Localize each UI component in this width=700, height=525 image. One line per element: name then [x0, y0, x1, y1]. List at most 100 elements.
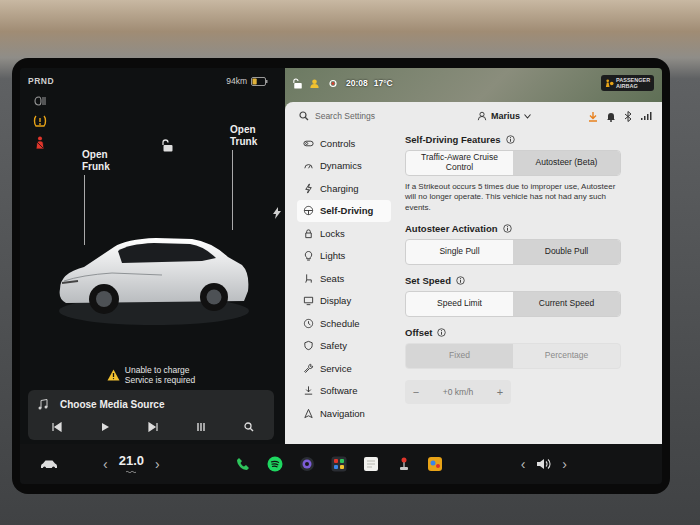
sidebar-item[interactable]: Software: [297, 380, 391, 403]
screen-bezel: PRND94kmOpen FrunkOpen TrunkUnable to ch…: [12, 58, 670, 494]
seatbelt-icon: [33, 136, 47, 150]
sentry-icon: [326, 79, 340, 88]
trunk-pointer-line: [232, 150, 233, 230]
volume-down-button[interactable]: ‹: [518, 456, 529, 472]
sidebar-item-label: Self-Driving: [320, 205, 373, 216]
settings-sidebar: Controls Dynamics Charging Self-Driving Lock…: [285, 130, 397, 444]
segment-option[interactable]: Double Pull: [513, 240, 620, 264]
equalizer-icon[interactable]: [196, 422, 206, 432]
music-note-icon: [38, 399, 48, 410]
volume-up-button[interactable]: ›: [559, 456, 570, 472]
media-source-row[interactable]: Choose Media Source: [38, 396, 264, 412]
search-input[interactable]: [315, 109, 449, 123]
range-text: 94km: [226, 76, 247, 86]
page: PRND94kmOpen FrunkOpen TrunkUnable to ch…: [0, 0, 700, 525]
car-image: [52, 211, 252, 331]
segment-option[interactable]: Traffic-Aware Cruise Control: [406, 151, 513, 175]
setting-title: Set Speed: [405, 275, 648, 286]
sidebar-item-label: Charging: [320, 183, 359, 194]
settings-search[interactable]: [299, 109, 449, 123]
sidebar-item[interactable]: Service: [297, 357, 391, 380]
decrease-button[interactable]: −: [405, 386, 427, 398]
sidebar-item[interactable]: Locks: [297, 222, 391, 245]
previous-track-icon[interactable]: [52, 422, 62, 432]
bluetooth-icon[interactable]: [624, 111, 632, 122]
search-icon: [299, 111, 309, 121]
info-icon[interactable]: [506, 135, 515, 144]
segment-option[interactable]: Single Pull: [406, 240, 513, 264]
car-panel: PRND94kmOpen FrunkOpen TrunkUnable to ch…: [20, 68, 282, 444]
setting-title: Offset: [405, 327, 648, 338]
notes-icon[interactable]: [363, 456, 379, 472]
setting-title: Autosteer Activation: [405, 223, 648, 234]
sidebar-item-icon: [303, 160, 314, 171]
info-icon[interactable]: [503, 224, 512, 233]
tire-pressure-icon: [33, 115, 47, 128]
search-icon[interactable]: [244, 422, 254, 432]
strikeout-note: If a Strikeout occurs 5 times due to imp…: [405, 182, 619, 213]
sidebar-item-icon: [303, 363, 314, 374]
sidebar-item[interactable]: Controls: [297, 132, 391, 155]
setting-section: OffsetFixedPercentage−+0 km/h+: [405, 327, 648, 404]
notification-icon[interactable]: [606, 111, 616, 122]
segment-option[interactable]: Speed Limit: [406, 292, 513, 316]
sidebar-item-label: Schedule: [320, 318, 360, 329]
sidebar-item[interactable]: Seats: [297, 267, 391, 290]
sidebar-item[interactable]: Display: [297, 290, 391, 313]
segment-option[interactable]: Autosteer (Beta): [513, 151, 620, 175]
increase-button[interactable]: +: [489, 386, 511, 398]
open-trunk-button[interactable]: Open Trunk: [230, 124, 270, 230]
sidebar-item-icon: [303, 340, 314, 351]
sidebar-item[interactable]: Charging: [297, 177, 391, 200]
setting-section: Autosteer Activation Single PullDouble Pu…: [405, 223, 648, 265]
temp-down-button[interactable]: ‹: [100, 456, 111, 472]
sidebar-item[interactable]: Lights: [297, 245, 391, 268]
play-icon[interactable]: [100, 422, 110, 432]
sidebar-item-icon: [303, 205, 314, 216]
sidebar-item[interactable]: Dynamics: [297, 155, 391, 178]
sidebar-item-icon: [303, 228, 314, 239]
next-track-icon[interactable]: [148, 422, 158, 432]
toybox-icon[interactable]: [395, 456, 411, 472]
warning-icon: [107, 369, 120, 381]
sidebar-item[interactable]: Safety: [297, 335, 391, 358]
volume-control: ‹›: [518, 456, 570, 472]
speaker-icon[interactable]: [536, 458, 551, 470]
phone-icon[interactable]: [235, 456, 251, 472]
cabin-temperature: 21.0: [119, 454, 144, 468]
segmented-control: FixedPercentage: [405, 343, 621, 369]
temperature-display[interactable]: 21.0: [119, 454, 144, 473]
spotify-icon[interactable]: [267, 456, 283, 472]
chevron-down-icon: [524, 114, 531, 119]
info-icon[interactable]: [456, 276, 465, 285]
sidebar-item-label: Software: [320, 385, 358, 396]
sidebar-item[interactable]: Schedule: [297, 312, 391, 335]
sidebar-item-label: Controls: [320, 138, 355, 149]
camera-icon[interactable]: [299, 456, 315, 472]
software-update-icon[interactable]: [588, 111, 598, 122]
sidebar-item-label: Lights: [320, 250, 345, 261]
user-profile-button[interactable]: Marius: [477, 111, 531, 121]
fan-icon: [125, 469, 137, 474]
sidebar-item-label: Locks: [320, 228, 345, 239]
car-icon[interactable]: [40, 459, 58, 470]
indicator-column: [28, 89, 52, 362]
left-body: Open Frunk Open Trunk: [28, 89, 274, 362]
segmented-control: Single PullDouble Pull: [405, 239, 621, 265]
charge-port-icon[interactable]: [273, 207, 281, 219]
lock-icon[interactable]: [162, 139, 174, 152]
sidebar-item[interactable]: Navigation: [297, 402, 391, 425]
info-icon[interactable]: [437, 328, 446, 337]
sidebar-item-icon: [303, 273, 314, 284]
temp-up-button[interactable]: ›: [152, 456, 163, 472]
frunk-pointer-line: [84, 175, 85, 245]
app-launcher-icon[interactable]: [331, 456, 347, 472]
airbag-badge-text: PASSENGER AIRBAG: [616, 77, 650, 89]
arcade-icon[interactable]: [427, 456, 443, 472]
settings-panel: 20:0817°CPASSENGER AIRBAG Marius Controls D…: [285, 68, 662, 444]
sidebar-item[interactable]: Self-Driving: [297, 200, 391, 223]
setting-section: Self-Driving FeaturesTraffic-Aware Cruis…: [405, 134, 648, 213]
segment-option[interactable]: Current Speed: [513, 292, 620, 316]
map-status-bar: 20:0817°CPASSENGER AIRBAG: [285, 68, 662, 102]
open-frunk-button[interactable]: Open Frunk: [82, 149, 122, 245]
